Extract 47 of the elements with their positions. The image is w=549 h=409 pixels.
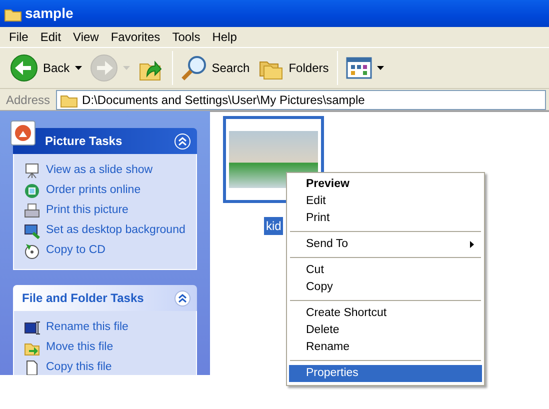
- folders-button[interactable]: Folders: [254, 54, 333, 82]
- task-link[interactable]: Set as desktop background: [46, 222, 186, 240]
- caret-icon: [74, 66, 82, 70]
- caret-icon: [376, 66, 384, 70]
- back-button[interactable]: Back: [6, 52, 86, 84]
- picture-icon: [9, 119, 37, 147]
- panel-header[interactable]: Picture Tasks: [13, 128, 197, 154]
- menu-item[interactable]: Cut: [289, 262, 482, 279]
- task-link[interactable]: Order prints online: [46, 182, 141, 200]
- submenu-arrow-icon: [470, 241, 474, 248]
- task-link[interactable]: Move this file: [46, 339, 114, 357]
- menu-item[interactable]: Delete: [289, 322, 482, 339]
- monitor-icon: [24, 223, 40, 239]
- task-link[interactable]: Copy to CD: [46, 242, 106, 260]
- menu-item[interactable]: Edit: [34, 26, 68, 48]
- menu-item[interactable]: Print: [289, 210, 482, 227]
- menu-item[interactable]: Tools: [166, 26, 206, 48]
- globe-icon: [24, 183, 40, 199]
- menu-item[interactable]: Edit: [289, 193, 482, 210]
- task-link[interactable]: Copy this file: [46, 359, 112, 375]
- caret-icon: [122, 66, 130, 70]
- menu-item[interactable]: Help: [206, 26, 243, 48]
- menu-item[interactable]: Properties: [289, 365, 482, 382]
- menu-item[interactable]: Preview: [289, 176, 482, 193]
- rename-icon: [24, 320, 40, 336]
- search-icon: [180, 55, 207, 81]
- projector-screen-icon: [24, 163, 40, 179]
- views-grid-icon: [346, 56, 372, 80]
- file-name: kid: [264, 217, 284, 235]
- menu-item[interactable]: File: [3, 26, 34, 48]
- disc-icon: [24, 243, 40, 259]
- menu-item[interactable]: Favorites: [104, 26, 166, 48]
- task-link[interactable]: Print this picture: [46, 202, 128, 220]
- menu-item[interactable]: Create Shortcut: [289, 305, 482, 322]
- address-field[interactable]: D:\Documents and Settings\User\My Pictures\sample: [56, 90, 546, 110]
- menu-item[interactable]: Rename: [289, 339, 482, 356]
- panel-header[interactable]: File and Folder Tasks: [13, 285, 197, 311]
- menu-item[interactable]: Send To: [289, 236, 482, 253]
- menu-item[interactable]: Copy: [289, 279, 482, 296]
- search-button[interactable]: Search: [176, 53, 254, 83]
- task-link[interactable]: Rename this file: [46, 319, 128, 337]
- task-link[interactable]: View as a slide show: [46, 162, 153, 180]
- window-title: sample: [25, 4, 74, 23]
- printer-icon: [24, 203, 40, 219]
- address-label: Address: [5, 92, 52, 108]
- menu-item[interactable]: View: [67, 26, 105, 48]
- collapse-chevron-icon[interactable]: [174, 290, 191, 306]
